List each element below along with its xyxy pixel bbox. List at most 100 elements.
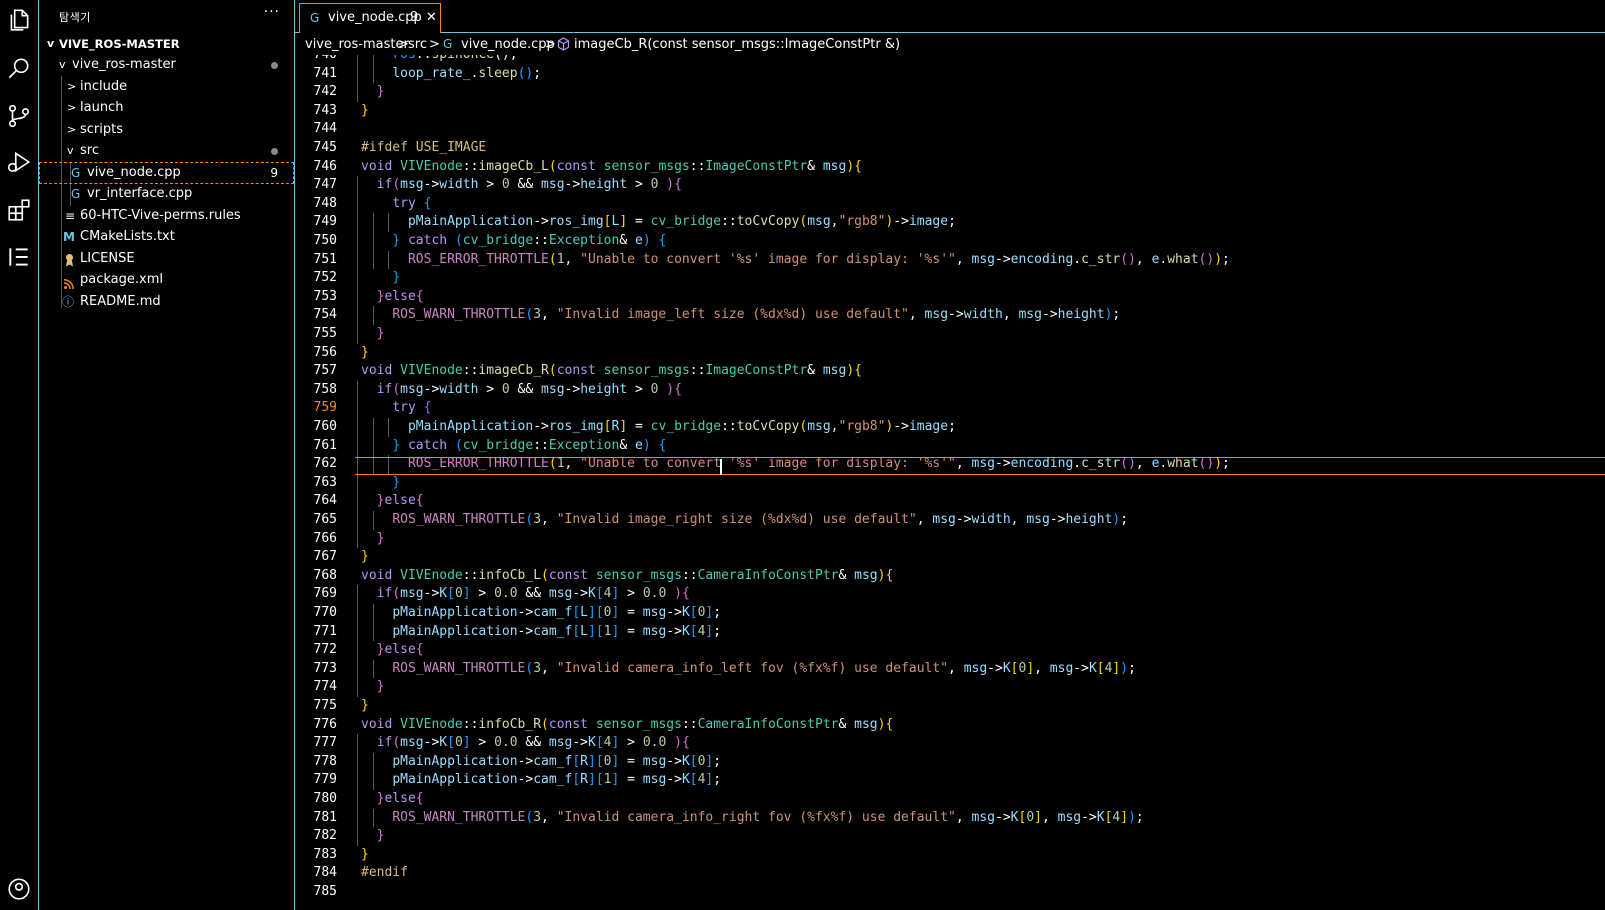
- tree-folder-include[interactable]: > include: [39, 76, 294, 98]
- code-line[interactable]: 785: [295, 883, 1605, 902]
- code-line[interactable]: 771 pMainApplication->cam_f[L][1] = msg-…: [295, 623, 1605, 642]
- code-line[interactable]: 753 }else{: [295, 288, 1605, 307]
- code-line[interactable]: 758 if(msg->width > 0 && msg->height > 0…: [295, 381, 1605, 400]
- chevron-right-icon: >: [67, 123, 77, 136]
- breadcrumb-separator: >: [545, 37, 556, 52]
- code-line[interactable]: 782 }: [295, 827, 1605, 846]
- code-line[interactable]: 748 try {: [295, 195, 1605, 214]
- code-editor[interactable]: 740 ros::spinOnce();741 loop_rate_.sleep…: [295, 55, 1605, 910]
- code-text: }: [361, 698, 369, 713]
- code-line[interactable]: 749 pMainApplication->ros_img[L] = cv_br…: [295, 213, 1605, 232]
- code-line[interactable]: 761 } catch (cv_bridge::Exception& e) {: [295, 437, 1605, 456]
- activity-bar: [0, 0, 39, 910]
- code-text: ROS_ERROR_THROTTLE(1, "Unable to convert…: [407, 456, 1230, 472]
- code-line[interactable]: 747 if(msg->width > 0 && msg->height > 0…: [295, 176, 1605, 195]
- tree-file-vive-node-cpp[interactable]: G vive_node.cpp 9: [39, 162, 294, 184]
- extensions-icon[interactable]: [4, 195, 34, 225]
- breadcrumb-separator: >: [429, 37, 440, 52]
- code-line[interactable]: 752 }: [295, 269, 1605, 288]
- code-line[interactable]: 778 pMainApplication->cam_f[R][0] = msg-…: [295, 753, 1605, 772]
- tab-vive-node-cpp[interactable]: G vive_node.cpp 9 ✕: [299, 3, 441, 33]
- code-line[interactable]: 772 }else{: [295, 641, 1605, 660]
- line-number: 782: [313, 828, 337, 844]
- code-text: if(msg->width > 0 && msg->height > 0 ){: [376, 381, 682, 397]
- chevron-down-icon: v: [59, 58, 66, 71]
- code-line[interactable]: 769 if(msg->K[0] > 0.0 && msg->K[4] > 0.…: [295, 585, 1605, 604]
- tree-file-package-xml[interactable]: package.xml: [39, 269, 294, 291]
- code-line[interactable]: 756}: [295, 344, 1605, 363]
- tree-folder-src[interactable]: v src: [39, 140, 294, 162]
- line-number: 751: [313, 251, 337, 267]
- code-line[interactable]: 741 loop_rate_.sleep();: [295, 65, 1605, 84]
- tree-folder-vive-ros-master[interactable]: v vive_ros-master: [39, 54, 294, 76]
- code-text: }: [376, 530, 385, 546]
- run-debug-icon[interactable]: [4, 147, 34, 177]
- cpp-file-icon: G: [71, 166, 81, 180]
- code-line[interactable]: 745 #ifdef USE_IMAGE: [295, 139, 1605, 158]
- line-number: 775: [313, 698, 337, 713]
- code-line[interactable]: 777 if(msg->K[0] > 0.0 && msg->K[4] > 0.…: [295, 734, 1605, 753]
- close-icon[interactable]: ✕: [426, 4, 437, 32]
- search-icon[interactable]: [4, 53, 34, 83]
- tree-file-license[interactable]: LICENSE: [39, 248, 294, 270]
- code-text: ROS_WARN_THROTTLE(3, "Invalid image_left…: [392, 307, 1121, 323]
- tree-file-readme[interactable]: ⓘ README.md: [39, 291, 294, 313]
- code-line[interactable]: 765 ROS_WARN_THROTTLE(3, "Invalid image_…: [295, 511, 1605, 530]
- code-line[interactable]: 742 }: [295, 83, 1605, 102]
- code-line[interactable]: 776 void VIVEnode::infoCb_R(const sensor_…: [295, 716, 1605, 735]
- code-line[interactable]: 740 ros::spinOnce();: [295, 55, 1605, 65]
- code-line[interactable]: 781 ROS_WARN_THROTTLE(3, "Invalid camera…: [295, 809, 1605, 828]
- code-line[interactable]: 766 }: [295, 530, 1605, 549]
- line-number: 754: [313, 307, 337, 323]
- tree-file-cmakelists[interactable]: M CMakeLists.txt: [39, 226, 294, 248]
- code-line[interactable]: 780 }else{: [295, 790, 1605, 809]
- code-line[interactable]: 779 pMainApplication->cam_f[R][1] = msg-…: [295, 771, 1605, 790]
- source-control-icon[interactable]: [4, 101, 34, 131]
- tree-folder-launch[interactable]: > launch: [39, 97, 294, 119]
- more-actions-icon[interactable]: ···: [264, 4, 280, 20]
- code-line[interactable]: 773 ROS_WARN_THROTTLE(3, "Invalid camera…: [295, 660, 1605, 679]
- code-line[interactable]: 783}: [295, 846, 1605, 865]
- code-line[interactable]: 755 }: [295, 325, 1605, 344]
- tree-folder-scripts[interactable]: > scripts: [39, 119, 294, 141]
- tree-file-vr-interface-cpp[interactable]: G vr_interface.cpp: [39, 183, 294, 205]
- code-line[interactable]: 743}: [295, 102, 1605, 121]
- code-line[interactable]: 751 ROS_ERROR_THROTTLE(1, "Unable to con…: [295, 251, 1605, 270]
- code-text: pMainApplication->ros_img[R] = cv_bridge…: [407, 419, 956, 434]
- tree-item-label: vr_interface.cpp: [87, 186, 193, 201]
- line-number: 753: [313, 288, 337, 304]
- line-number: 755: [313, 326, 337, 341]
- line-number: 743: [313, 102, 337, 118]
- code-line[interactable]: 764 }else{: [295, 492, 1605, 511]
- breadcrumb-item[interactable]: vive_ros-master: [305, 34, 409, 55]
- code-line[interactable]: 754 ROS_WARN_THROTTLE(3, "Invalid image_…: [295, 306, 1605, 325]
- breadcrumb-item[interactable]: src: [408, 34, 427, 55]
- code-line[interactable]: 757 void VIVEnode::imageCb_R(const sensor…: [295, 362, 1605, 381]
- code-text: }: [361, 846, 369, 862]
- chevron-down-icon: v: [47, 37, 55, 50]
- code-line[interactable]: 759 try {: [295, 399, 1605, 418]
- explorer-icon[interactable]: [4, 5, 34, 35]
- cpp-file-icon: G: [443, 37, 453, 51]
- code-line[interactable]: 767}: [295, 548, 1605, 567]
- outline-icon[interactable]: [4, 242, 34, 272]
- modified-dot: [271, 62, 278, 69]
- breadcrumb-item[interactable]: vive_node.cpp: [461, 34, 555, 55]
- breadcrumb-item[interactable]: imageCb_R(const sensor_msgs::ImageConstP…: [574, 34, 900, 55]
- code-line[interactable]: 744: [295, 120, 1605, 139]
- code-line[interactable]: 760 pMainApplication->ros_img[R] = cv_br…: [295, 418, 1605, 437]
- line-number: 760: [313, 419, 337, 434]
- code-line[interactable]: 775}: [295, 697, 1605, 716]
- code-line[interactable]: 774 }: [295, 678, 1605, 697]
- account-icon[interactable]: [4, 874, 34, 904]
- code-line[interactable]: 768 void VIVEnode::infoCb_L(const sensor_…: [295, 567, 1605, 586]
- code-line[interactable]: 762 ROS_ERROR_THROTTLE(1, "Unable to con…: [295, 455, 1605, 474]
- code-line[interactable]: 746 void VIVEnode::imageCb_L(const sensor…: [295, 158, 1605, 177]
- workspace-root[interactable]: v VIVE_ROS-MASTER: [39, 33, 294, 55]
- code-line[interactable]: 770 pMainApplication->cam_f[L][0] = msg-…: [295, 604, 1605, 623]
- code-line[interactable]: 784 #endif: [295, 864, 1605, 883]
- tree-item-label: 60-HTC-Vive-perms.rules: [80, 208, 241, 223]
- tree-file-rules[interactable]: ≡ 60-HTC-Vive-perms.rules: [39, 205, 294, 227]
- code-line[interactable]: 763 }: [295, 474, 1605, 493]
- code-line[interactable]: 750 } catch (cv_bridge::Exception& e) {: [295, 232, 1605, 251]
